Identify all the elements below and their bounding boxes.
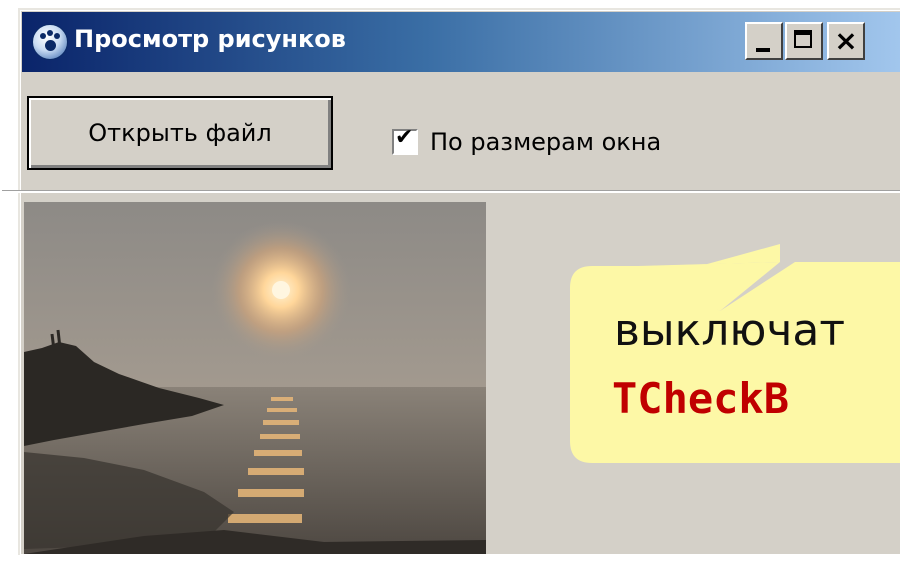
minimize-icon <box>756 48 770 52</box>
close-icon: × <box>834 24 858 57</box>
checkbox-box[interactable]: ✔ <box>392 125 418 155</box>
toolbar-divider <box>2 190 900 193</box>
app-paw-icon[interactable] <box>32 24 68 60</box>
close-button[interactable]: × <box>827 22 865 60</box>
window-title: Просмотр рисунков <box>74 25 346 53</box>
maximize-icon <box>794 30 812 48</box>
checkmark-icon: ✔ <box>395 125 414 150</box>
maximize-button[interactable] <box>785 22 823 60</box>
title-bar[interactable]: Просмотр рисунков × <box>22 12 900 72</box>
fit-to-window-checkbox[interactable]: ✔ По размерам окна <box>392 124 661 160</box>
checkbox-label[interactable]: По размерам окна <box>430 128 661 156</box>
open-file-button[interactable]: Открыть файл <box>27 96 333 170</box>
sunset-over-lake-photo <box>24 202 486 554</box>
minimize-button[interactable] <box>745 22 783 60</box>
